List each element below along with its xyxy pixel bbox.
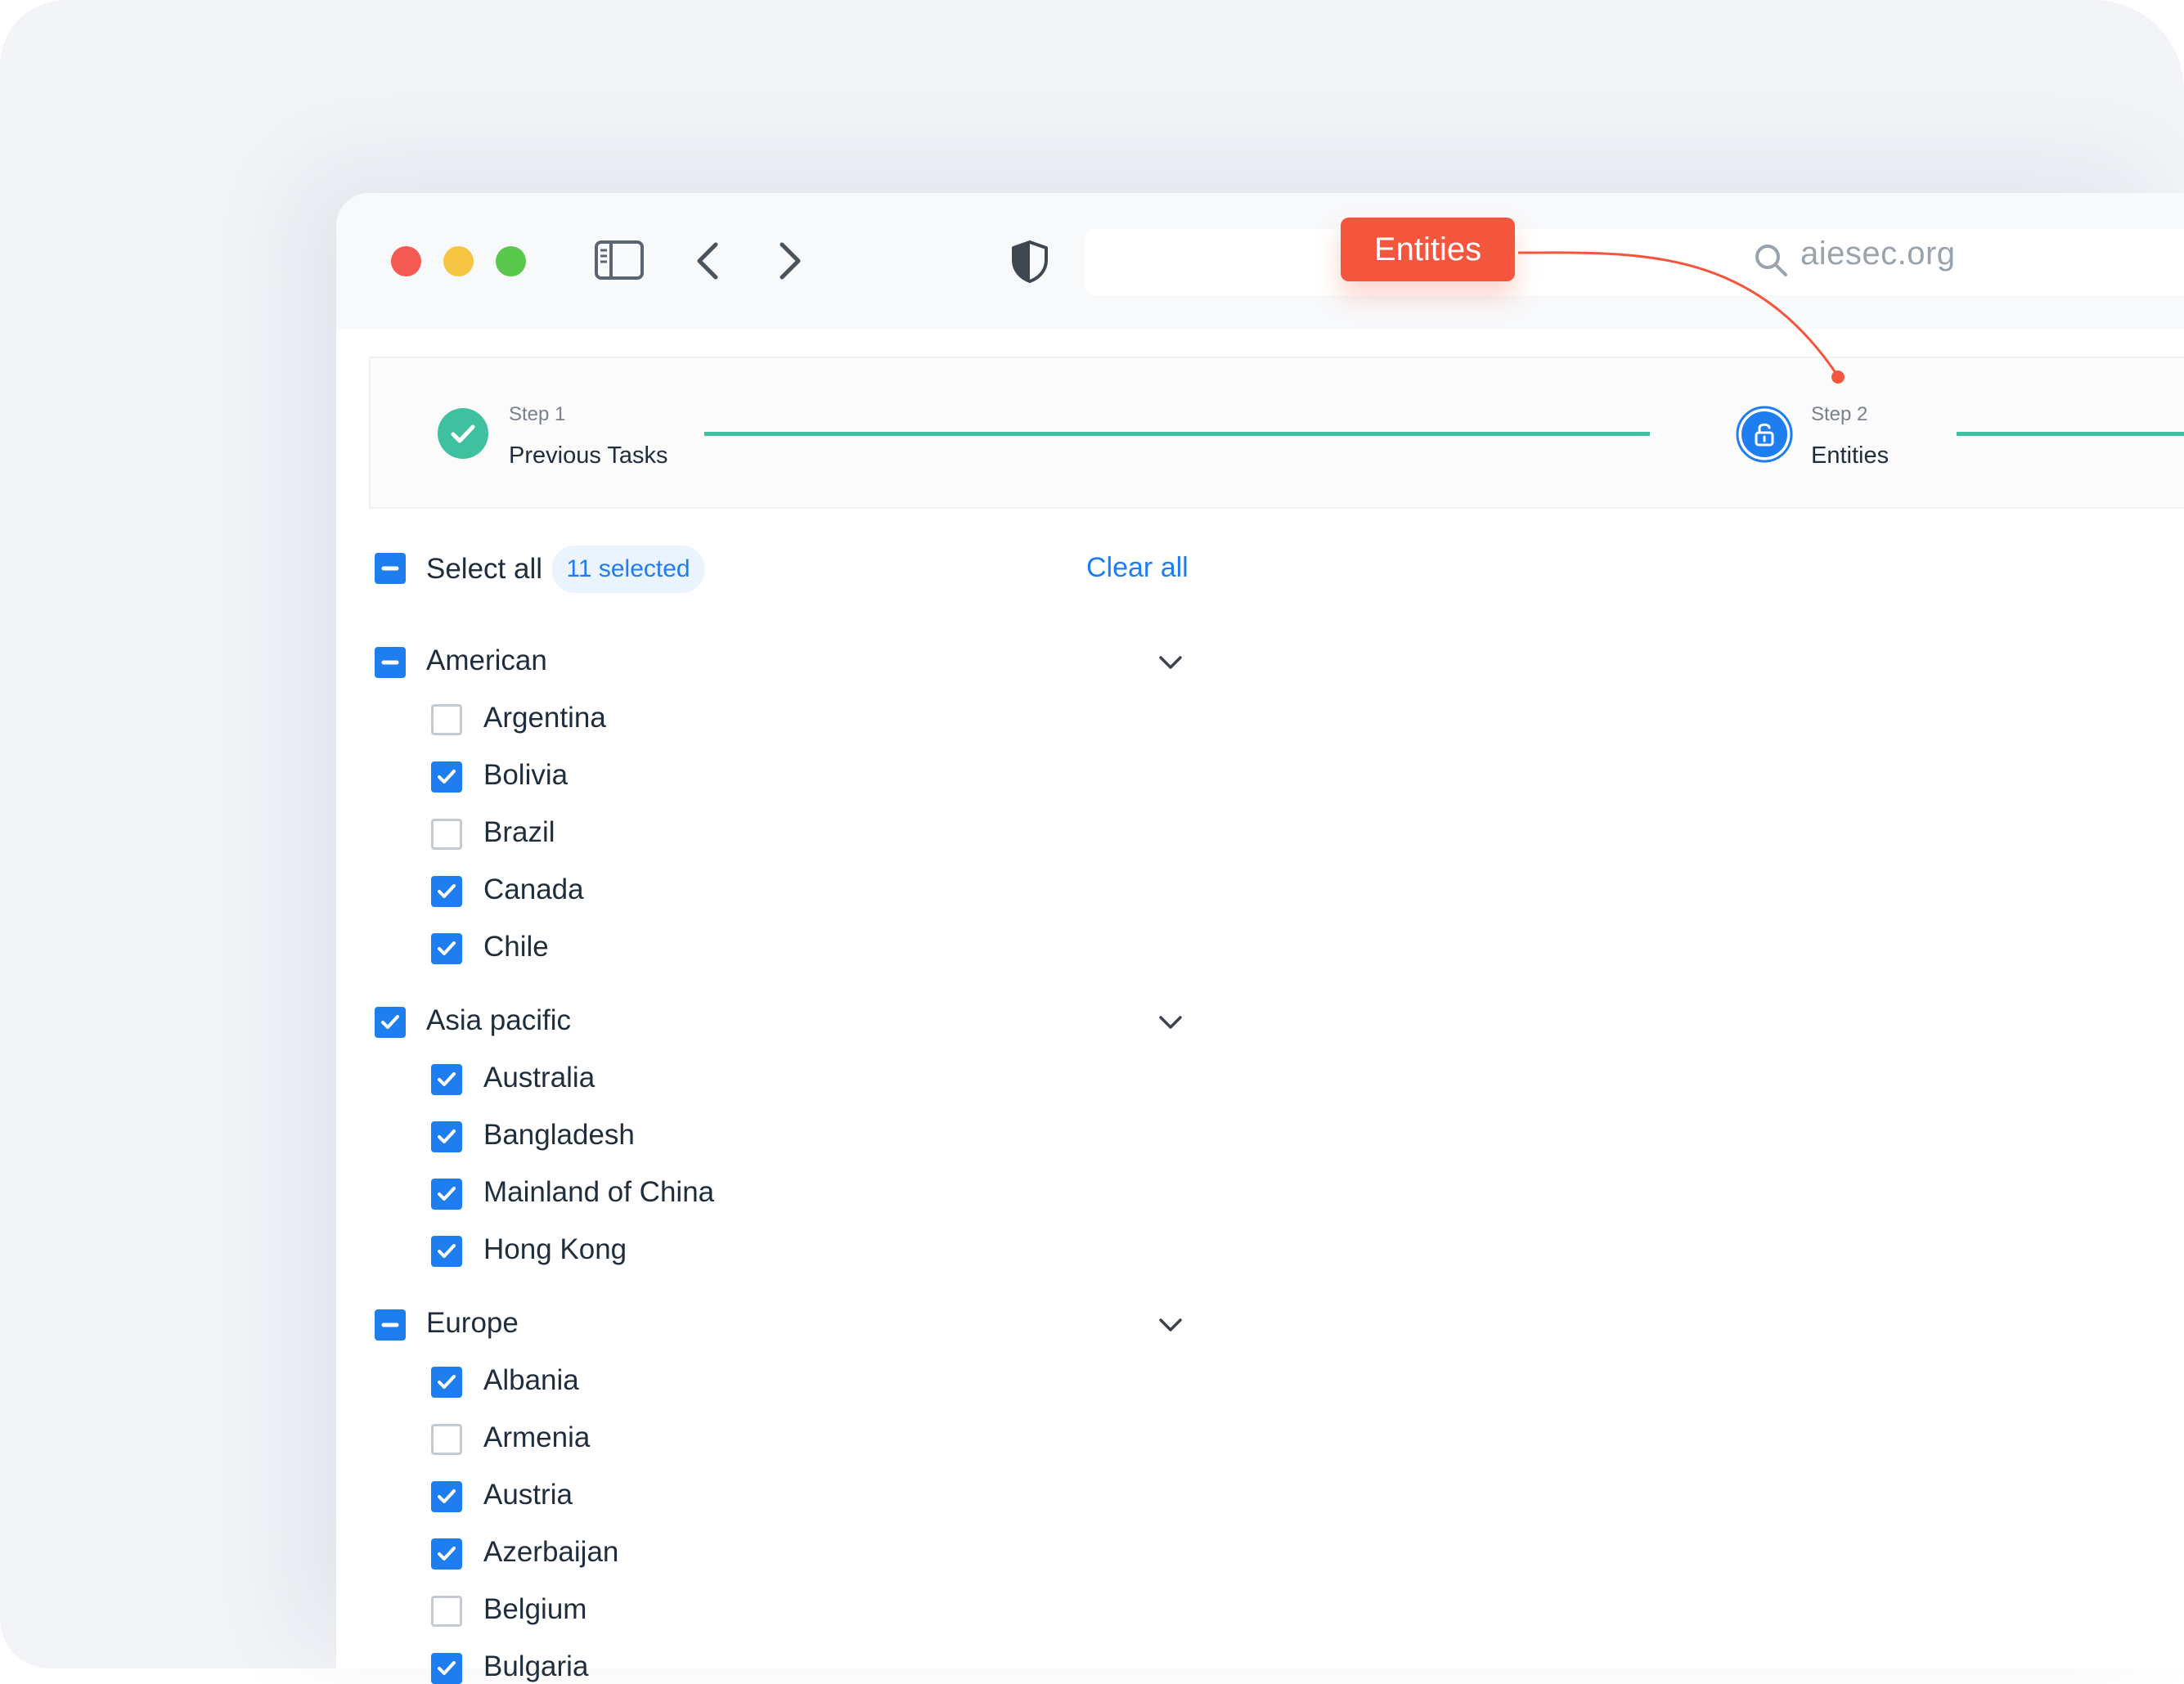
- item-label-austria[interactable]: Austria: [483, 1479, 573, 1511]
- check-icon: [438, 770, 456, 784]
- item-checkbox-austria[interactable]: [431, 1481, 462, 1512]
- item-label-belgium[interactable]: Belgium: [483, 1593, 586, 1626]
- address-bar[interactable]: [1085, 229, 2184, 295]
- check-icon: [438, 1129, 456, 1143]
- step-1-label: Step 1: [509, 403, 566, 425]
- step-1-title[interactable]: Previous Tasks: [509, 442, 668, 469]
- item-label-bulgaria[interactable]: Bulgaria: [483, 1650, 588, 1683]
- check-icon: [438, 884, 456, 898]
- item-checkbox-argentina[interactable]: [431, 704, 462, 735]
- group-checkbox-europe[interactable]: [375, 1309, 406, 1340]
- item-checkbox-chile[interactable]: [431, 933, 462, 964]
- item-label-brazil[interactable]: Brazil: [483, 816, 555, 849]
- step-2-title[interactable]: Entities: [1811, 442, 1889, 469]
- item-checkbox-hong-kong[interactable]: [431, 1236, 462, 1267]
- chevron-down-icon[interactable]: [1157, 1316, 1184, 1336]
- item-checkbox-canada[interactable]: [431, 876, 462, 907]
- step-connector-2: [1957, 432, 2184, 436]
- sidebar-toggle-icon[interactable]: [593, 239, 645, 281]
- item-label-albania[interactable]: Albania: [483, 1364, 579, 1397]
- item-label-armenia[interactable]: Armenia: [483, 1421, 590, 1454]
- address-bar-url[interactable]: aiesec.org: [1800, 236, 1956, 272]
- close-window-button[interactable]: [391, 246, 421, 276]
- item-label-australia[interactable]: Australia: [483, 1062, 595, 1094]
- item-label-hong-kong[interactable]: Hong Kong: [483, 1233, 627, 1266]
- group-checkbox-american[interactable]: [375, 647, 406, 678]
- item-label-bolivia[interactable]: Bolivia: [483, 759, 568, 792]
- check-icon: [438, 1489, 456, 1503]
- clear-all-link[interactable]: Clear all: [1086, 552, 1189, 584]
- chevron-down-icon[interactable]: [1157, 653, 1184, 673]
- group-label-europe[interactable]: Europe: [426, 1307, 519, 1340]
- forward-arrow-icon[interactable]: [775, 240, 805, 281]
- group-label-asia-pacific[interactable]: Asia pacific: [426, 1004, 571, 1037]
- entities-callout: Entities: [1341, 218, 1515, 281]
- check-icon: [438, 1187, 456, 1201]
- check-icon: [438, 1547, 456, 1561]
- item-label-canada[interactable]: Canada: [483, 873, 584, 906]
- group-checkbox-asia-pacific[interactable]: [375, 1007, 406, 1038]
- item-checkbox-bolivia[interactable]: [431, 761, 462, 793]
- group-label-american[interactable]: American: [426, 644, 547, 677]
- step-2-label: Step 2: [1811, 403, 1868, 425]
- check-icon: [438, 1661, 456, 1675]
- item-checkbox-belgium[interactable]: [431, 1596, 462, 1627]
- minus-icon: [381, 566, 399, 571]
- item-checkbox-bulgaria[interactable]: [431, 1653, 462, 1684]
- search-icon: [1755, 245, 1787, 276]
- check-icon: [438, 1244, 456, 1258]
- item-label-bangladesh[interactable]: Bangladesh: [483, 1119, 635, 1152]
- shield-icon[interactable]: [1009, 239, 1050, 285]
- item-checkbox-albania[interactable]: [431, 1367, 462, 1398]
- item-label-argentina[interactable]: Argentina: [483, 702, 606, 734]
- minus-icon: [381, 660, 399, 665]
- back-arrow-icon[interactable]: [693, 240, 722, 281]
- unlock-icon: [1736, 406, 1793, 463]
- check-icon: [381, 1015, 399, 1029]
- check-icon: [438, 1375, 456, 1389]
- item-checkbox-mainland-of-china[interactable]: [431, 1179, 462, 1210]
- chevron-down-icon[interactable]: [1157, 1013, 1184, 1033]
- item-checkbox-brazil[interactable]: [431, 819, 462, 850]
- selected-count-badge: 11 selected: [551, 546, 705, 593]
- maximize-window-button[interactable]: [496, 246, 526, 276]
- item-checkbox-armenia[interactable]: [431, 1424, 462, 1455]
- item-checkbox-azerbaijan[interactable]: [431, 1538, 462, 1569]
- item-checkbox-bangladesh[interactable]: [431, 1121, 462, 1152]
- item-checkbox-australia[interactable]: [431, 1064, 462, 1095]
- minus-icon: [381, 1323, 399, 1327]
- minimize-window-button[interactable]: [443, 246, 474, 276]
- check-icon: [438, 1072, 456, 1086]
- select-all-label[interactable]: Select all: [426, 553, 542, 586]
- item-label-mainland-of-china[interactable]: Mainland of China: [483, 1176, 714, 1209]
- step-completed-check-icon: [438, 408, 488, 459]
- item-label-azerbaijan[interactable]: Azerbaijan: [483, 1536, 618, 1569]
- check-icon: [438, 941, 456, 955]
- step-connector-1: [704, 432, 1650, 436]
- select-all-checkbox[interactable]: [375, 553, 406, 584]
- item-label-chile[interactable]: Chile: [483, 931, 549, 963]
